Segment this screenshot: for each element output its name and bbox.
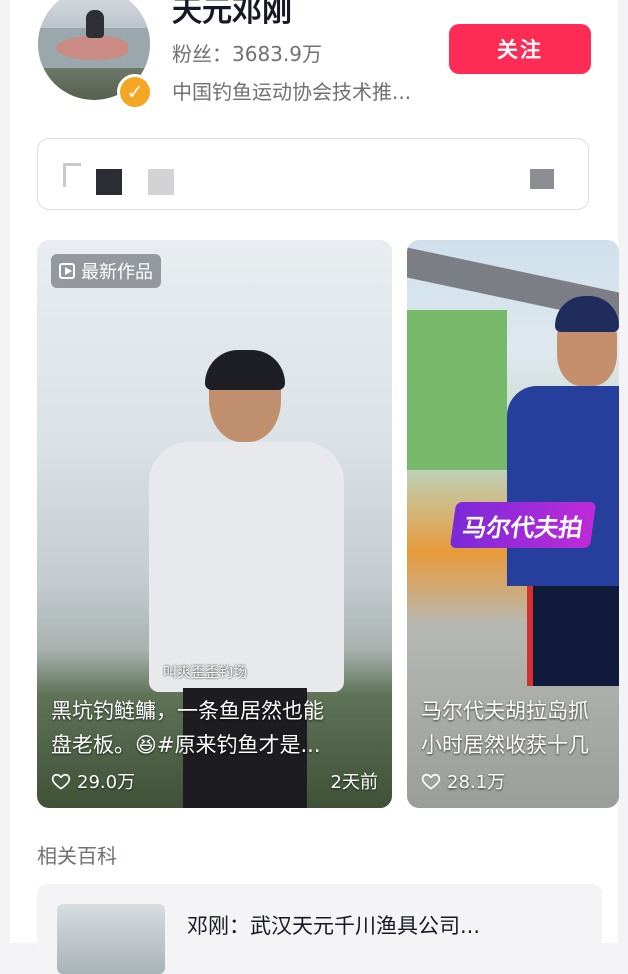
- video-subtitle: 叫爽歪歪钓场: [163, 665, 247, 681]
- like-count: 28.1万: [421, 768, 505, 794]
- blurred-input-box[interactable]: [37, 138, 589, 210]
- building-wall: [407, 310, 507, 470]
- avatar-fish: [56, 36, 128, 60]
- caption-line-1: 黑坑钓鲢鳙，一条鱼居然也能: [51, 699, 324, 723]
- blurred-block-dark: [96, 169, 122, 195]
- video-caption: 马尔代夫胡拉岛抓 小时居然收获十几: [421, 694, 619, 762]
- related-thumbnail: [57, 904, 165, 974]
- person-cap: [555, 296, 619, 332]
- post-time: 2天前: [330, 772, 378, 793]
- like-count-value: 29.0万: [77, 772, 136, 793]
- heart-icon: [421, 773, 441, 790]
- related-section-title: 相关百科: [37, 844, 117, 868]
- verified-badge-icon: ✓: [117, 74, 153, 110]
- blurred-block-right: [530, 169, 554, 189]
- caption-line-2: 小时居然收获十几: [421, 733, 589, 757]
- like-count-value: 28.1万: [447, 772, 506, 793]
- profile-description: 中国钓鱼运动协会技术推...: [172, 80, 412, 104]
- video-banner: 马尔代夫拍: [449, 502, 597, 548]
- person-shirt: [507, 386, 619, 586]
- avatar-person: [86, 10, 104, 38]
- like-count: 29.0万: [51, 768, 135, 794]
- related-encyclopedia-card[interactable]: 邓刚：武汉天元千川渔具公司...: [37, 884, 602, 974]
- blurred-block-light: [148, 169, 174, 195]
- follow-button[interactable]: 关注: [449, 24, 591, 74]
- related-item-title: 邓刚：武汉天元千川渔具公司...: [187, 914, 481, 938]
- caption-line-1: 马尔代夫胡拉岛抓: [421, 699, 589, 723]
- person-shorts: [527, 586, 619, 686]
- play-icon: [59, 263, 75, 279]
- fans-count: 粉丝：3683.9万: [172, 42, 322, 66]
- person-cap: [205, 350, 285, 390]
- person-jacket: [149, 442, 344, 692]
- video-caption: 黑坑钓鲢鳙，一条鱼居然也能 盘老板。😆#原来钓鱼才是...: [51, 694, 381, 762]
- caption-line-2: 盘老板。😆#原来钓鱼才是...: [51, 733, 321, 757]
- heart-icon: [51, 773, 71, 790]
- profile-name[interactable]: 天元邓刚: [172, 0, 292, 30]
- video-card-latest[interactable]: 最新作品 叫爽歪歪钓场 黑坑钓鲢鳙，一条鱼居然也能 盘老板。😆#原来钓鱼才是..…: [37, 240, 392, 808]
- video-card-maldives[interactable]: 马尔代夫拍 马尔代夫胡拉岛抓 小时居然收获十几 28.1万: [407, 240, 619, 808]
- latest-work-tag: 最新作品: [51, 254, 161, 288]
- bracket-icon: [63, 163, 81, 187]
- latest-work-label: 最新作品: [81, 262, 153, 283]
